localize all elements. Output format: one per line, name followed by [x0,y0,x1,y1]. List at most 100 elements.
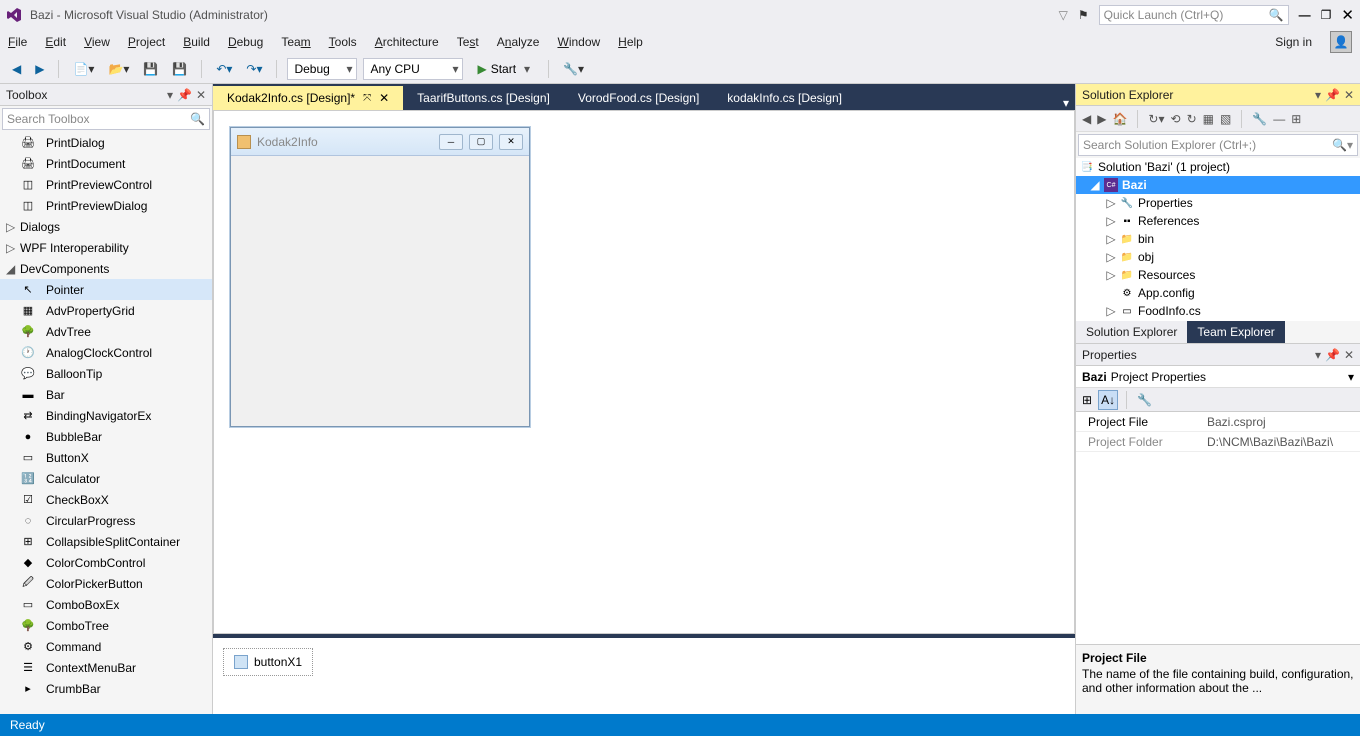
refresh-icon[interactable]: ⟲ [1171,112,1181,126]
close-button[interactable]: ✕ [1341,6,1354,24]
tab-kodakinfo[interactable]: kodakInfo.cs [Design] [713,86,856,110]
form-maximize-button[interactable]: ▢ [469,134,493,150]
redo-button[interactable]: ↷▾ [242,60,266,78]
toolbox-group[interactable]: ▷WPF Interoperability [0,237,212,258]
menu-help[interactable]: Help [618,35,643,49]
back-icon[interactable]: ◀ [1082,112,1091,126]
categorized-icon[interactable]: ⊞ [1080,391,1094,409]
close-icon[interactable]: ✕ [196,88,206,102]
toolbox-item[interactable]: 🖨PrintDocument [0,153,212,174]
tab-kodak2info[interactable]: Kodak2Info.cs [Design]* ⤧ ✕ [213,86,403,110]
tab-taarifbuttons[interactable]: TaarifButtons.cs [Design] [403,86,564,110]
tab-solution-explorer[interactable]: Solution Explorer [1076,321,1187,343]
filter-icon[interactable]: ▽ [1059,8,1068,22]
tree-node[interactable]: ▷📁Resources [1076,266,1360,284]
tab-team-explorer[interactable]: Team Explorer [1187,321,1284,343]
minimize-button[interactable]: — [1299,8,1311,22]
tree-node[interactable]: ▷▭FoodInfo.cs [1076,302,1360,320]
forward-button[interactable]: ▶ [31,60,48,78]
back-button[interactable]: ◀ [8,60,25,78]
view-icon[interactable]: ⊞ [1291,112,1301,126]
property-row[interactable]: Project FileBazi.csproj [1076,412,1360,432]
design-surface[interactable]: Kodak2Info ─ ▢ ✕ [213,110,1075,634]
tab-overflow-icon[interactable]: ▾ [1057,96,1075,110]
preview-icon[interactable]: — [1273,112,1285,126]
menu-window[interactable]: Window [557,35,600,49]
dropdown-icon[interactable]: ▾ [167,88,173,102]
toolbox-item[interactable]: ☑CheckBoxX [0,489,212,510]
dropdown-icon[interactable]: ▾ [1315,348,1321,362]
pin-icon[interactable]: 📌 [177,88,192,102]
solution-explorer-search[interactable]: Search Solution Explorer (Ctrl+;) 🔍▾ [1078,134,1358,156]
toolbox-item[interactable]: ▦AdvPropertyGrid [0,300,212,321]
close-icon[interactable]: ✕ [379,91,389,105]
toolbox-item[interactable]: 🖨PrintDialog [0,132,212,153]
toolbox-item[interactable]: 🔢Calculator [0,468,212,489]
menu-edit[interactable]: Edit [45,35,66,49]
toolbox-item[interactable]: 🕐AnalogClockControl [0,342,212,363]
toolbox-item[interactable]: ◫PrintPreviewControl [0,174,212,195]
tree-node[interactable]: ▷🔧Properties [1076,194,1360,212]
properties-icon[interactable]: 🔧 [1252,112,1267,126]
toolbox-item[interactable]: ▸CrumbBar [0,678,212,699]
tree-node[interactable]: ⚙App.config [1076,284,1360,302]
toolbox-item[interactable]: ▬Bar [0,384,212,405]
toolbox-item[interactable]: 🖉ColorPickerButton [0,573,212,594]
form-close-button[interactable]: ✕ [499,134,523,150]
tree-project[interactable]: ◢C#Bazi [1076,176,1360,194]
showall-icon[interactable]: ▧ [1220,112,1231,126]
pin-icon[interactable]: 📌 [1325,88,1340,102]
undo-button[interactable]: ↶▾ [212,60,236,78]
menu-team[interactable]: Team [281,35,310,49]
refresh2-icon[interactable]: ↻ [1187,112,1197,126]
alphabetical-icon[interactable]: A↓ [1098,390,1118,410]
config-combo[interactable]: Debug [287,58,357,80]
menu-architecture[interactable]: Architecture [375,35,439,49]
toolbox-item[interactable]: ⚙Command [0,636,212,657]
sign-in-link[interactable]: Sign in [1275,35,1312,49]
tree-node[interactable]: ▷📁bin [1076,230,1360,248]
close-icon[interactable]: ✕ [1344,88,1354,102]
toolbox-item[interactable]: 🌳ComboTree [0,615,212,636]
menu-tools[interactable]: Tools [329,35,357,49]
quick-launch-input[interactable]: Quick Launch (Ctrl+Q) 🔍 [1099,5,1289,25]
save-all-button[interactable]: 💾 [168,60,191,78]
property-row[interactable]: Project FolderD:\NCM\Bazi\Bazi\Bazi\ [1076,432,1360,452]
notify-icon[interactable]: ⚑ [1078,8,1089,22]
pin-icon[interactable]: 📌 [1325,348,1340,362]
tree-node[interactable]: ▷▪▪References [1076,212,1360,230]
avatar[interactable]: 👤 [1330,31,1352,53]
toolbox-item[interactable]: ◆ColorCombControl [0,552,212,573]
menu-project[interactable]: Project [128,35,165,49]
form-window[interactable]: Kodak2Info ─ ▢ ✕ [230,127,530,427]
fwd-icon[interactable]: ▶ [1097,112,1106,126]
save-button[interactable]: 💾 [139,60,162,78]
toolbox-group[interactable]: ▷Dialogs [0,216,212,237]
toolbox-item[interactable]: ☰ContextMenuBar [0,657,212,678]
form-minimize-button[interactable]: ─ [439,134,463,150]
menu-build[interactable]: Build [183,35,210,49]
toolbox-item[interactable]: ▭ButtonX [0,447,212,468]
toolbox-item[interactable]: 💬BalloonTip [0,363,212,384]
toolbox-item[interactable]: 🌳AdvTree [0,321,212,342]
maximize-button[interactable]: ❐ [1321,8,1332,22]
open-button[interactable]: 📂▾ [104,60,133,78]
toolbox-item[interactable]: ◌CircularProgress [0,510,212,531]
close-icon[interactable]: ✕ [1344,348,1354,362]
platform-combo[interactable]: Any CPU [363,58,463,80]
toolbox-group[interactable]: ◢DevComponents [0,258,212,279]
start-button[interactable]: ▶Start▾ [469,58,538,80]
toolbox-item[interactable]: ▭ComboBoxEx [0,594,212,615]
tree-solution[interactable]: 📑Solution 'Bazi' (1 project) [1076,158,1360,176]
toolbox-item[interactable]: ⊞CollapsibleSplitContainer [0,531,212,552]
toolbox-item[interactable]: ●BubbleBar [0,426,212,447]
menu-analyze[interactable]: Analyze [497,35,540,49]
menu-view[interactable]: View [84,35,110,49]
new-project-button[interactable]: 📄▾ [69,60,98,78]
find-button[interactable]: 🔧▾ [559,60,588,78]
collapse-icon[interactable]: ▦ [1203,112,1214,126]
dropdown-icon[interactable]: ▾ [1315,88,1321,102]
tree-node[interactable]: ▷📁obj [1076,248,1360,266]
toolbox-search[interactable]: Search Toolbox 🔍 [2,108,210,130]
menu-file[interactable]: File [8,35,27,49]
